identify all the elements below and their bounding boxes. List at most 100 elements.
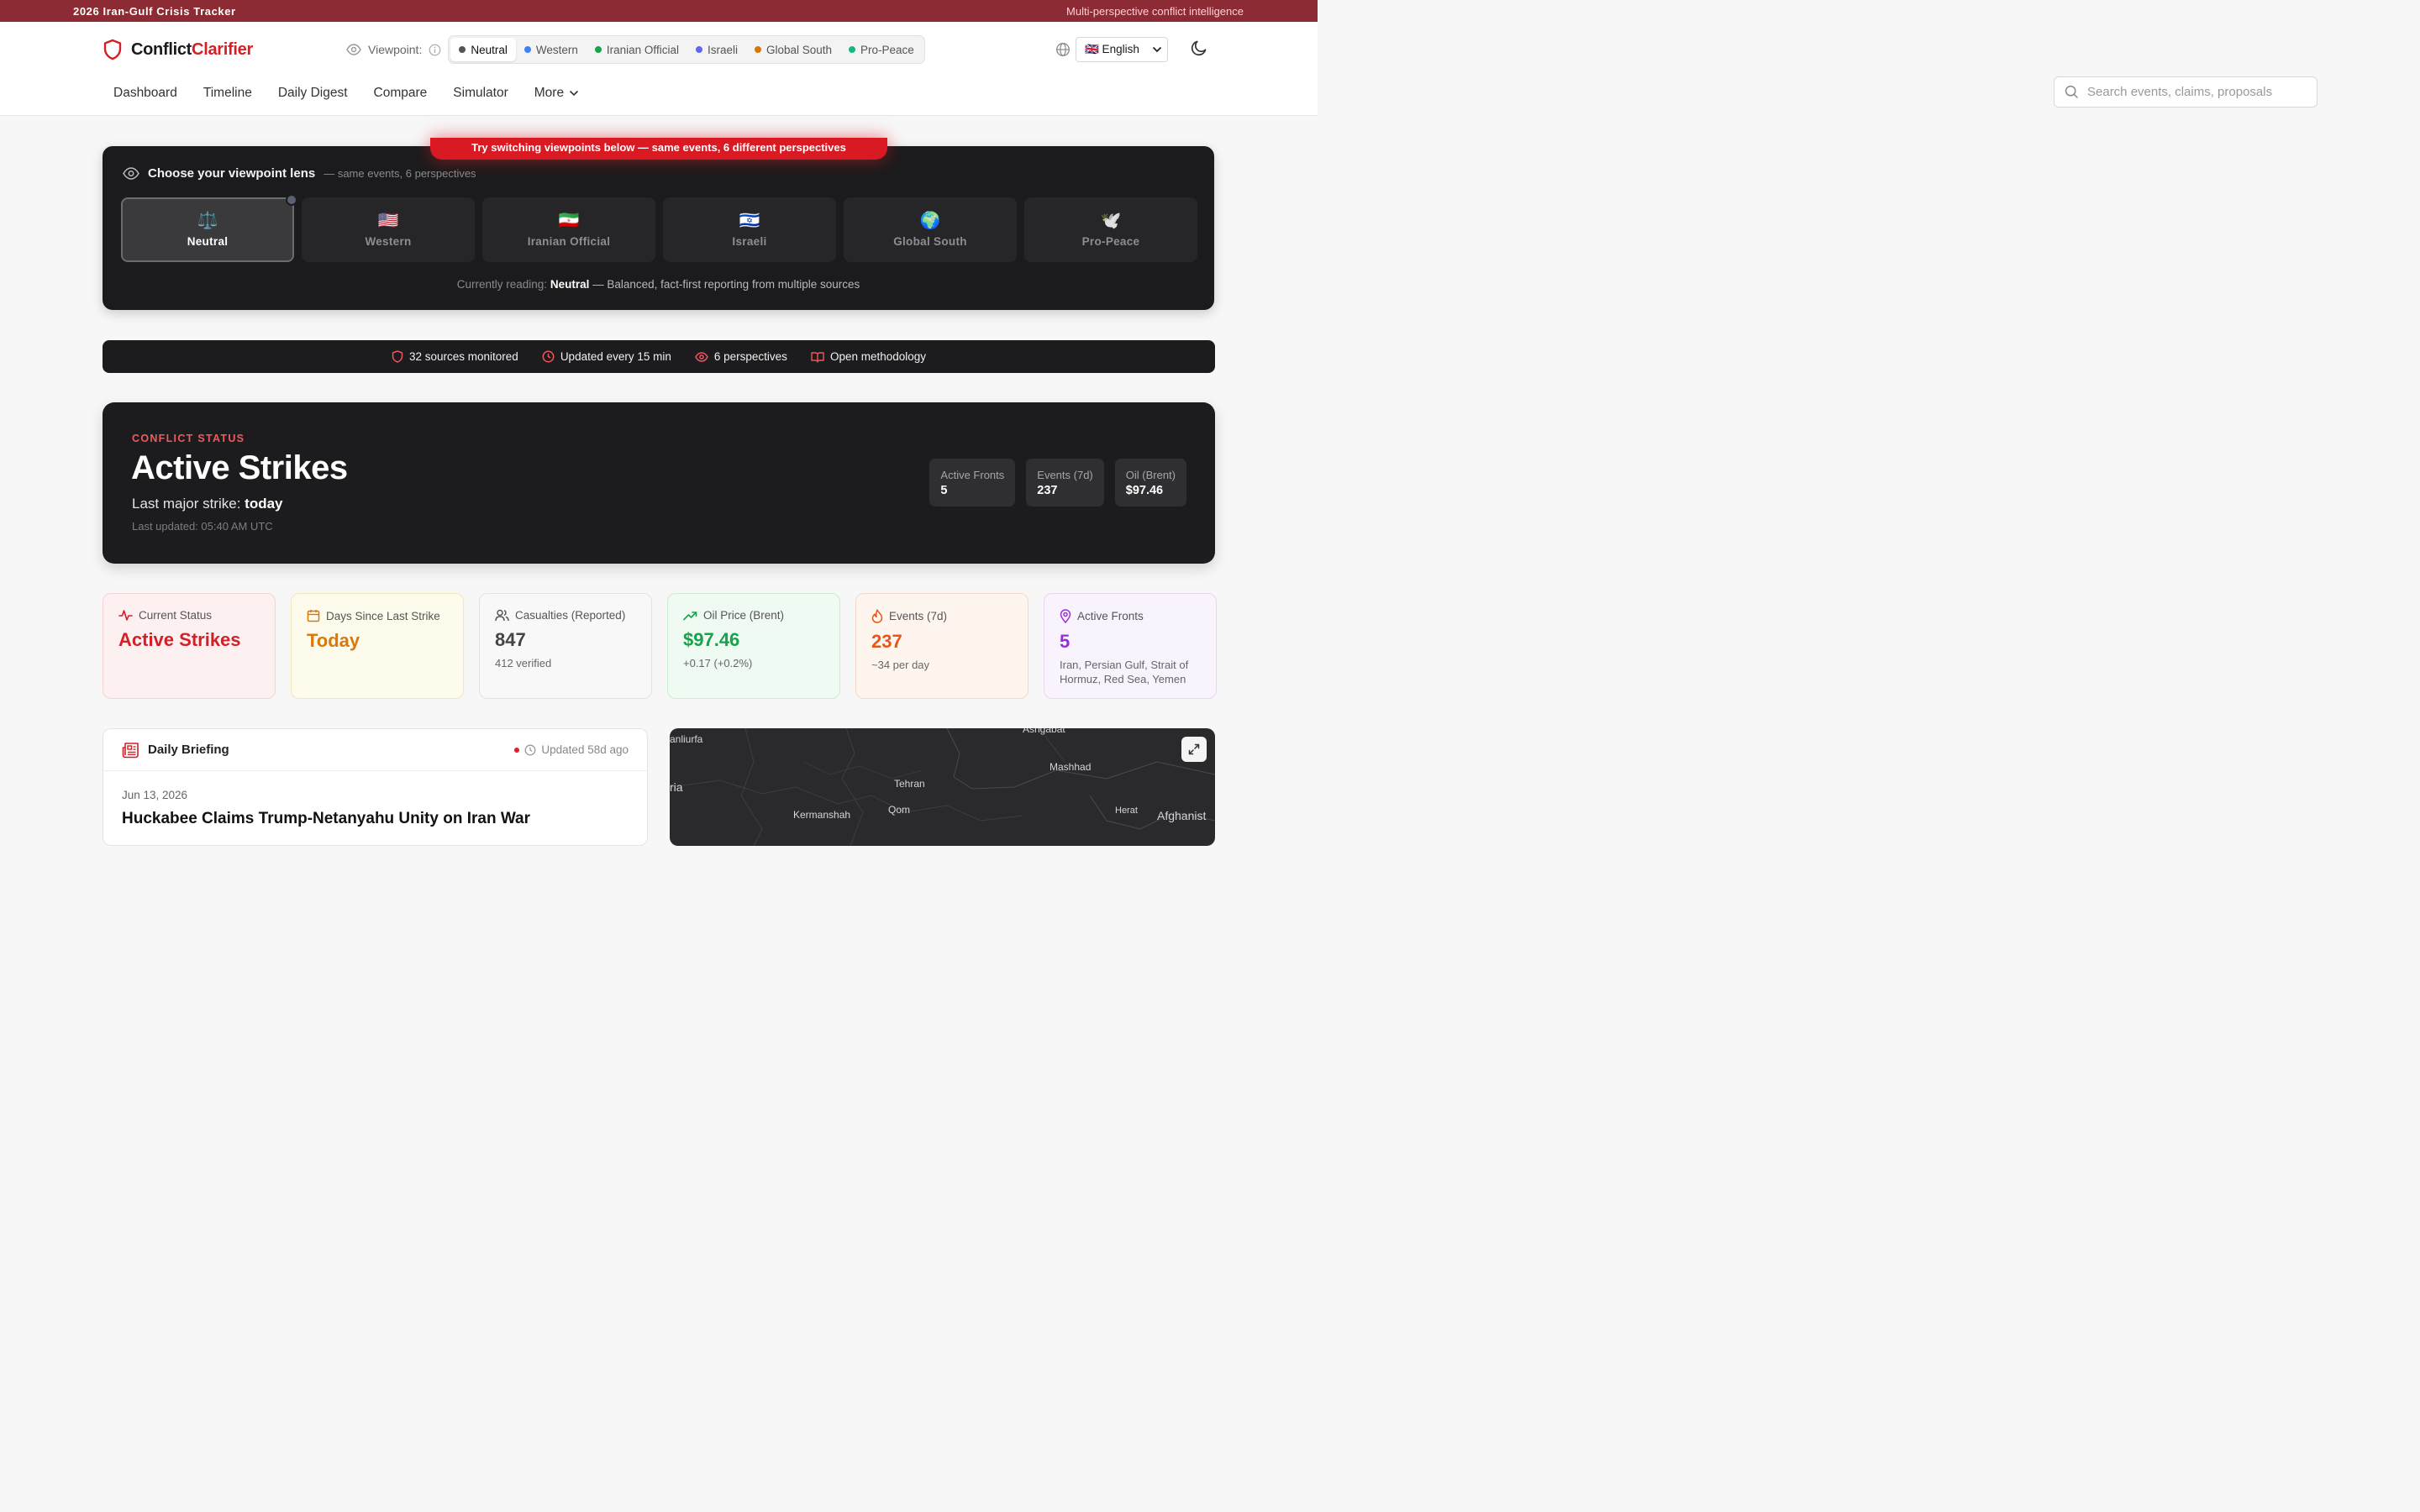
viewpoint-israeli[interactable]: Israeli bbox=[687, 38, 746, 61]
lens-card-iranian-official[interactable]: 🇮🇷 Iranian Official bbox=[482, 197, 655, 262]
card-value: Active Strikes bbox=[118, 629, 241, 650]
search-input[interactable] bbox=[2087, 85, 2272, 99]
users-icon bbox=[495, 609, 509, 622]
newspaper-icon bbox=[122, 742, 139, 759]
map-label: Afghanist bbox=[1157, 809, 1207, 822]
card-value: Today bbox=[307, 630, 360, 651]
viewpoint-western[interactable]: Western bbox=[516, 38, 587, 61]
nav-timeline[interactable]: Timeline bbox=[203, 86, 252, 101]
dove-icon: 🕊️ bbox=[1100, 212, 1122, 230]
strip-methodology[interactable]: Open methodology bbox=[811, 350, 926, 363]
viewpoint-iranian-official[interactable]: Iranian Official bbox=[587, 38, 687, 61]
card-value: 5 bbox=[1060, 631, 1071, 652]
map-label: Tehran bbox=[894, 778, 925, 790]
banner-title: 2026 Iran-Gulf Crisis Tracker bbox=[73, 4, 236, 18]
map-label: Mashhad bbox=[1050, 761, 1092, 773]
viewpoint-pro-peace[interactable]: Pro-Peace bbox=[840, 38, 923, 61]
expand-icon bbox=[1188, 743, 1200, 755]
viewpoint-neutral[interactable]: Neutral bbox=[450, 38, 516, 61]
card-current-status[interactable]: Current Status Active Strikes bbox=[103, 593, 276, 699]
card-events-7d[interactable]: Events (7d) 237 ~34 per day bbox=[855, 593, 1028, 699]
viewpoint-global-south[interactable]: Global South bbox=[746, 38, 840, 61]
status-dot bbox=[754, 46, 761, 53]
iran-flag-icon: 🇮🇷 bbox=[558, 212, 580, 230]
metric-active-fronts: Active Fronts 5 bbox=[929, 459, 1016, 507]
status-dot bbox=[849, 46, 856, 53]
top-banner: 2026 Iran-Gulf Crisis Tracker Multi-pers… bbox=[0, 0, 1318, 22]
card-subtext: +0.17 (+0.2%) bbox=[683, 657, 753, 669]
info-icon[interactable] bbox=[429, 44, 441, 56]
card-subtext: 412 verified bbox=[495, 657, 552, 669]
nav-dashboard[interactable]: Dashboard bbox=[113, 86, 177, 101]
active-indicator bbox=[286, 194, 297, 206]
brand-name: ConflictClarifier bbox=[131, 39, 253, 59]
lens-hint-banner: Try switching viewpoints below — same ev… bbox=[430, 138, 887, 160]
eye-icon bbox=[346, 44, 361, 55]
search-box[interactable] bbox=[2054, 76, 2317, 108]
daily-briefing: Daily Briefing Updated 58d ago Jun 13, 2… bbox=[103, 728, 648, 846]
card-oil-price[interactable]: Oil Price (Brent) $97.46 +0.17 (+0.2%) bbox=[667, 593, 840, 699]
shield-icon bbox=[103, 39, 123, 60]
map-label: ria bbox=[670, 780, 683, 794]
card-active-fronts[interactable]: Active Fronts 5 Iran, Persian Gulf, Stra… bbox=[1044, 593, 1217, 699]
status-dot bbox=[594, 46, 602, 53]
card-subtext: Iran, Persian Gulf, Strait of Hormuz, Re… bbox=[1060, 659, 1189, 685]
metric-oil-brent: Oil (Brent) $97.46 bbox=[1114, 459, 1186, 507]
lens-card-pro-peace[interactable]: 🕊️ Pro-Peace bbox=[1024, 197, 1197, 262]
live-dot bbox=[514, 747, 520, 753]
lens-card-neutral[interactable]: ⚖️ Neutral bbox=[121, 194, 297, 262]
status-dot bbox=[695, 46, 702, 53]
last-updated: Last updated: 05:40 AM UTC bbox=[132, 520, 273, 533]
card-casualties[interactable]: Casualties (Reported) 847 412 verified bbox=[479, 593, 652, 699]
moon-icon bbox=[1190, 39, 1208, 57]
map-pin-icon bbox=[1060, 609, 1071, 623]
map-borders bbox=[670, 728, 1215, 846]
chevron-down-icon bbox=[569, 90, 579, 97]
conflict-map[interactable]: anliurfa Ashgabat Mashhad ria Tehran Ker… bbox=[670, 728, 1215, 846]
viewpoint-label: Viewpoint: bbox=[368, 43, 423, 56]
eye-icon bbox=[123, 167, 139, 180]
globe-icon bbox=[1055, 42, 1071, 57]
nav-more[interactable]: More bbox=[534, 86, 579, 101]
nav-simulator[interactable]: Simulator bbox=[453, 86, 508, 101]
lens-cards: ⚖️ Neutral 🇺🇸 Western 🇮🇷 Iranian Officia… bbox=[121, 194, 1197, 262]
language-select[interactable]: 🇬🇧 English bbox=[1076, 37, 1168, 62]
briefing-title: Daily Briefing bbox=[148, 743, 229, 757]
activity-icon bbox=[118, 609, 133, 622]
banner-subtitle: Multi-perspective conflict intelligence bbox=[1066, 4, 1244, 18]
nav-compare[interactable]: Compare bbox=[374, 86, 428, 101]
globe-icon: 🌍 bbox=[919, 212, 941, 230]
status-dot bbox=[523, 46, 531, 53]
status-kicker: CONFLICT STATUS bbox=[132, 433, 245, 444]
shield-icon bbox=[392, 350, 403, 363]
brand-logo[interactable]: ConflictClarifier bbox=[103, 39, 253, 60]
nav-daily-digest[interactable]: Daily Digest bbox=[278, 86, 348, 101]
map-expand-button[interactable] bbox=[1181, 737, 1207, 762]
card-days-since-strike[interactable]: Days Since Last Strike Today bbox=[291, 593, 464, 699]
stat-cards: Current Status Active Strikes Days Since… bbox=[103, 593, 1217, 699]
strip-updated: Updated every 15 min bbox=[542, 350, 671, 363]
map-label: Qom bbox=[888, 804, 911, 816]
lens-card-global-south[interactable]: 🌍 Global South bbox=[844, 197, 1017, 262]
language-picker: 🇬🇧 English bbox=[1055, 37, 1168, 62]
card-subtext: ~34 per day bbox=[871, 659, 930, 671]
eye-icon bbox=[695, 351, 708, 362]
map-label: Ashgabat bbox=[1023, 728, 1065, 735]
book-open-icon bbox=[811, 351, 824, 363]
lens-card-israeli[interactable]: 🇮🇱 Israeli bbox=[663, 197, 836, 262]
current-reading: Currently reading: Neutral — Balanced, f… bbox=[456, 278, 860, 291]
theme-toggle[interactable] bbox=[1190, 39, 1208, 57]
lens-card-western[interactable]: 🇺🇸 Western bbox=[302, 197, 475, 262]
viewpoint-pills: Neutral Western Iranian Official Israeli… bbox=[448, 35, 925, 64]
conflict-status-panel: CONFLICT STATUS Active Strikes Last majo… bbox=[103, 402, 1215, 564]
briefing-updated: Updated 58d ago bbox=[514, 743, 629, 756]
status-dot bbox=[459, 46, 466, 53]
status-title: Active Strikes bbox=[131, 449, 348, 486]
viewpoint-switcher: Viewpoint: Neutral Western Iranian Offic… bbox=[346, 35, 925, 64]
trending-up-icon bbox=[683, 611, 697, 621]
calendar-icon bbox=[307, 609, 320, 622]
card-value: 237 bbox=[871, 631, 902, 652]
lens-subtitle: — same events, 6 perspectives bbox=[324, 167, 476, 180]
briefing-headline[interactable]: Huckabee Claims Trump-Netanyahu Unity on… bbox=[122, 810, 530, 828]
site-header: ConflictClarifier Viewpoint: Neutral Wes… bbox=[0, 22, 1318, 116]
